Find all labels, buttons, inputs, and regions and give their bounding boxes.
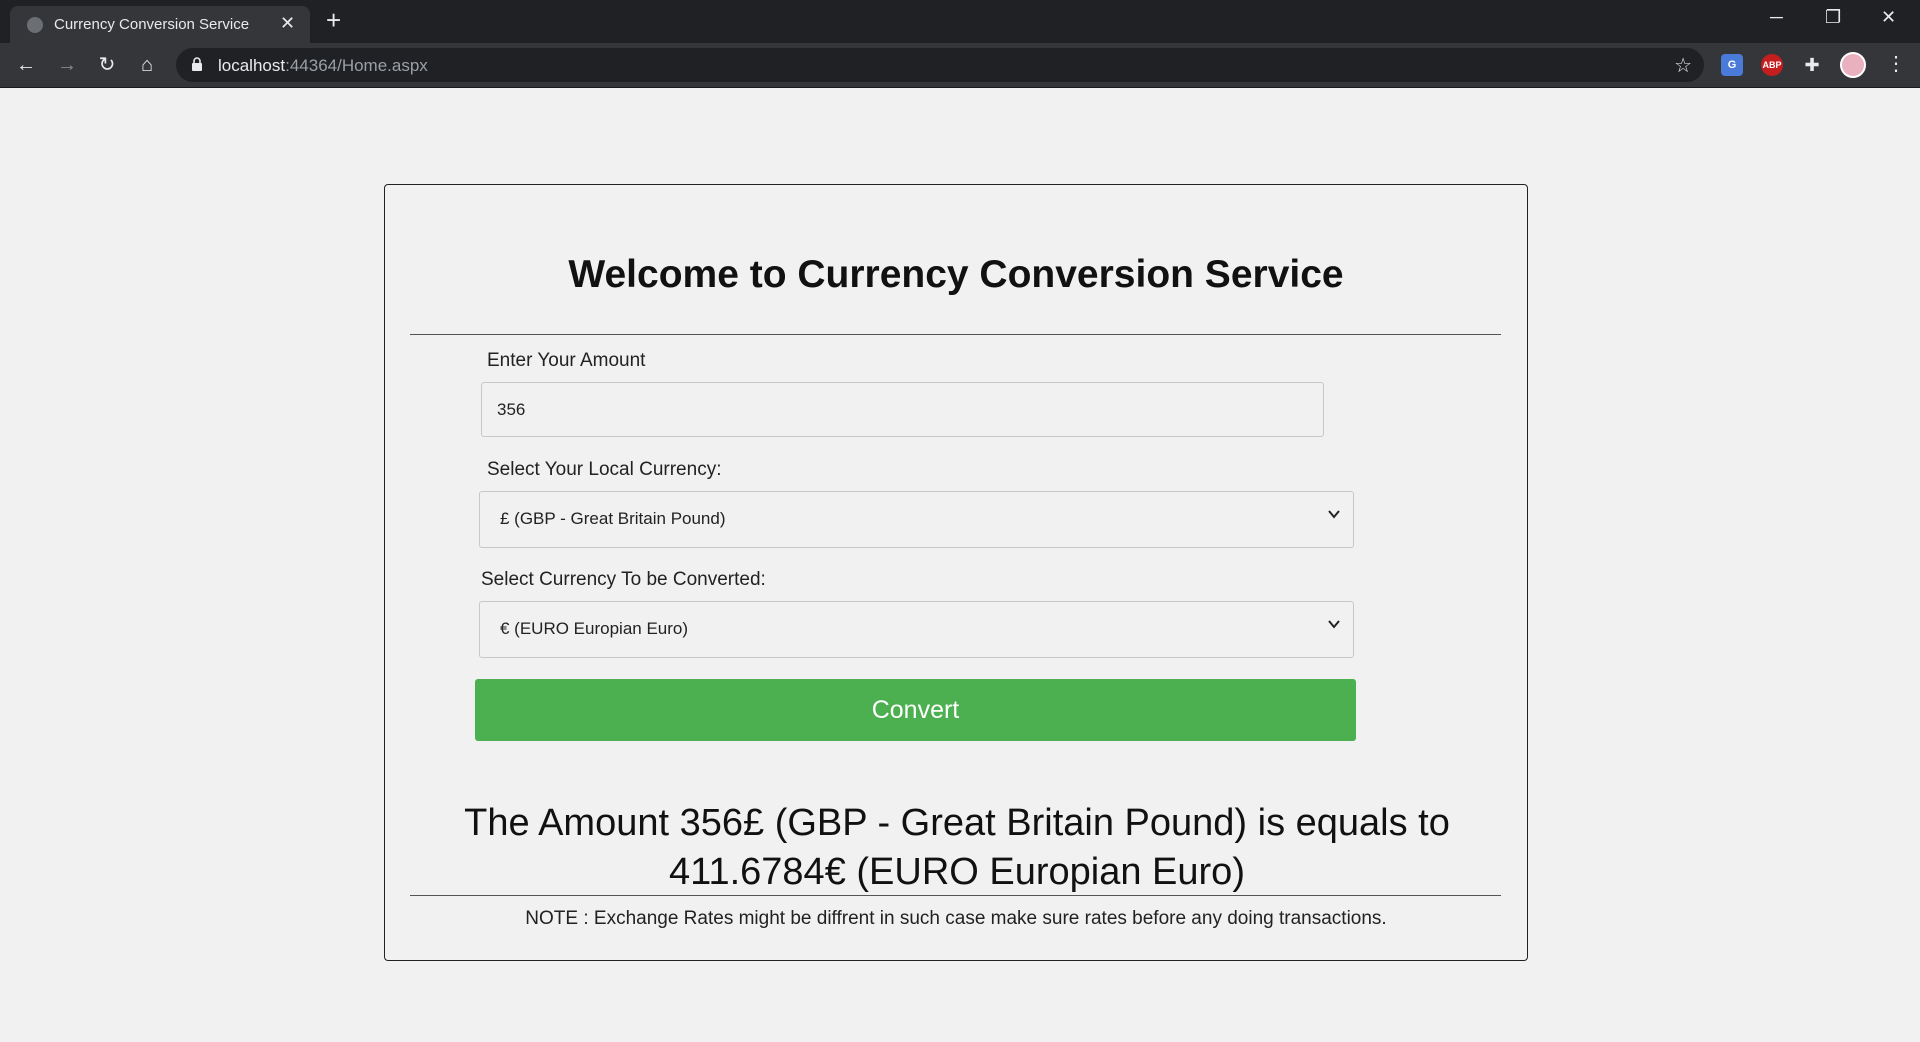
globe-icon — [27, 17, 43, 33]
browser-titlebar: Currency Conversion Service ✕ + ─ ❐ ✕ — [0, 0, 1920, 43]
page-title: Welcome to Currency Conversion Service — [568, 253, 1344, 296]
url-text: localhost:44364/Home.aspx — [218, 56, 428, 76]
amount-input[interactable] — [481, 382, 1324, 437]
address-bar[interactable]: localhost:44364/Home.aspx ☆ — [176, 48, 1704, 82]
local-currency-select[interactable]: £ (GBP - Great Britain Pound) — [479, 491, 1354, 548]
conversion-card: Welcome to Currency Conversion Service E… — [384, 184, 1528, 961]
reload-icon[interactable]: ↻ — [95, 53, 119, 77]
url-host: localhost — [218, 56, 286, 75]
target-currency-select[interactable]: € (EURO Europian Euro) — [479, 601, 1354, 658]
amount-label: Enter Your Amount — [487, 350, 646, 371]
restore-icon[interactable]: ❐ — [1825, 6, 1841, 28]
conversion-result: The Amount 356£ (GBP - Great Britain Pou… — [464, 802, 1450, 893]
chevron-down-icon — [1328, 510, 1340, 519]
forward-icon[interactable]: → — [55, 53, 79, 77]
minimize-icon[interactable]: ─ — [1770, 6, 1783, 28]
menu-icon[interactable]: ⋮ — [1886, 52, 1906, 76]
extensions-icon[interactable]: ✚ — [1801, 54, 1823, 76]
browser-tab[interactable]: Currency Conversion Service ✕ — [10, 6, 310, 43]
exchange-rate-note: NOTE : Exchange Rates might be diffrent … — [525, 908, 1387, 929]
chevron-down-icon — [1328, 620, 1340, 629]
url-path: :44364/Home.aspx — [285, 56, 428, 75]
back-icon[interactable]: ← — [14, 53, 38, 77]
local-currency-label: Select Your Local Currency: — [487, 459, 722, 480]
browser-toolbar: ← → ↻ ⌂ localhost:44364/Home.aspx ☆ G AB… — [0, 43, 1920, 88]
target-currency-value: € (EURO Europian Euro) — [500, 619, 689, 638]
top-divider — [410, 334, 1501, 335]
translate-icon[interactable]: G — [1721, 54, 1743, 76]
adblock-icon[interactable]: ABP — [1761, 54, 1783, 76]
convert-button[interactable]: Convert — [475, 679, 1356, 741]
window-close-icon[interactable]: ✕ — [1881, 6, 1896, 28]
close-tab-icon[interactable]: ✕ — [280, 13, 295, 33]
star-icon[interactable]: ☆ — [1674, 53, 1692, 78]
local-currency-value: £ (GBP - Great Britain Pound) — [500, 509, 726, 528]
new-tab-icon[interactable]: + — [326, 6, 341, 34]
profile-avatar[interactable] — [1840, 52, 1866, 78]
bottom-divider — [410, 895, 1501, 896]
target-currency-label: Select Currency To be Converted: — [481, 569, 766, 590]
home-icon[interactable]: ⌂ — [135, 53, 159, 77]
lock-icon — [192, 57, 202, 71]
tab-title: Currency Conversion Service — [54, 16, 250, 33]
